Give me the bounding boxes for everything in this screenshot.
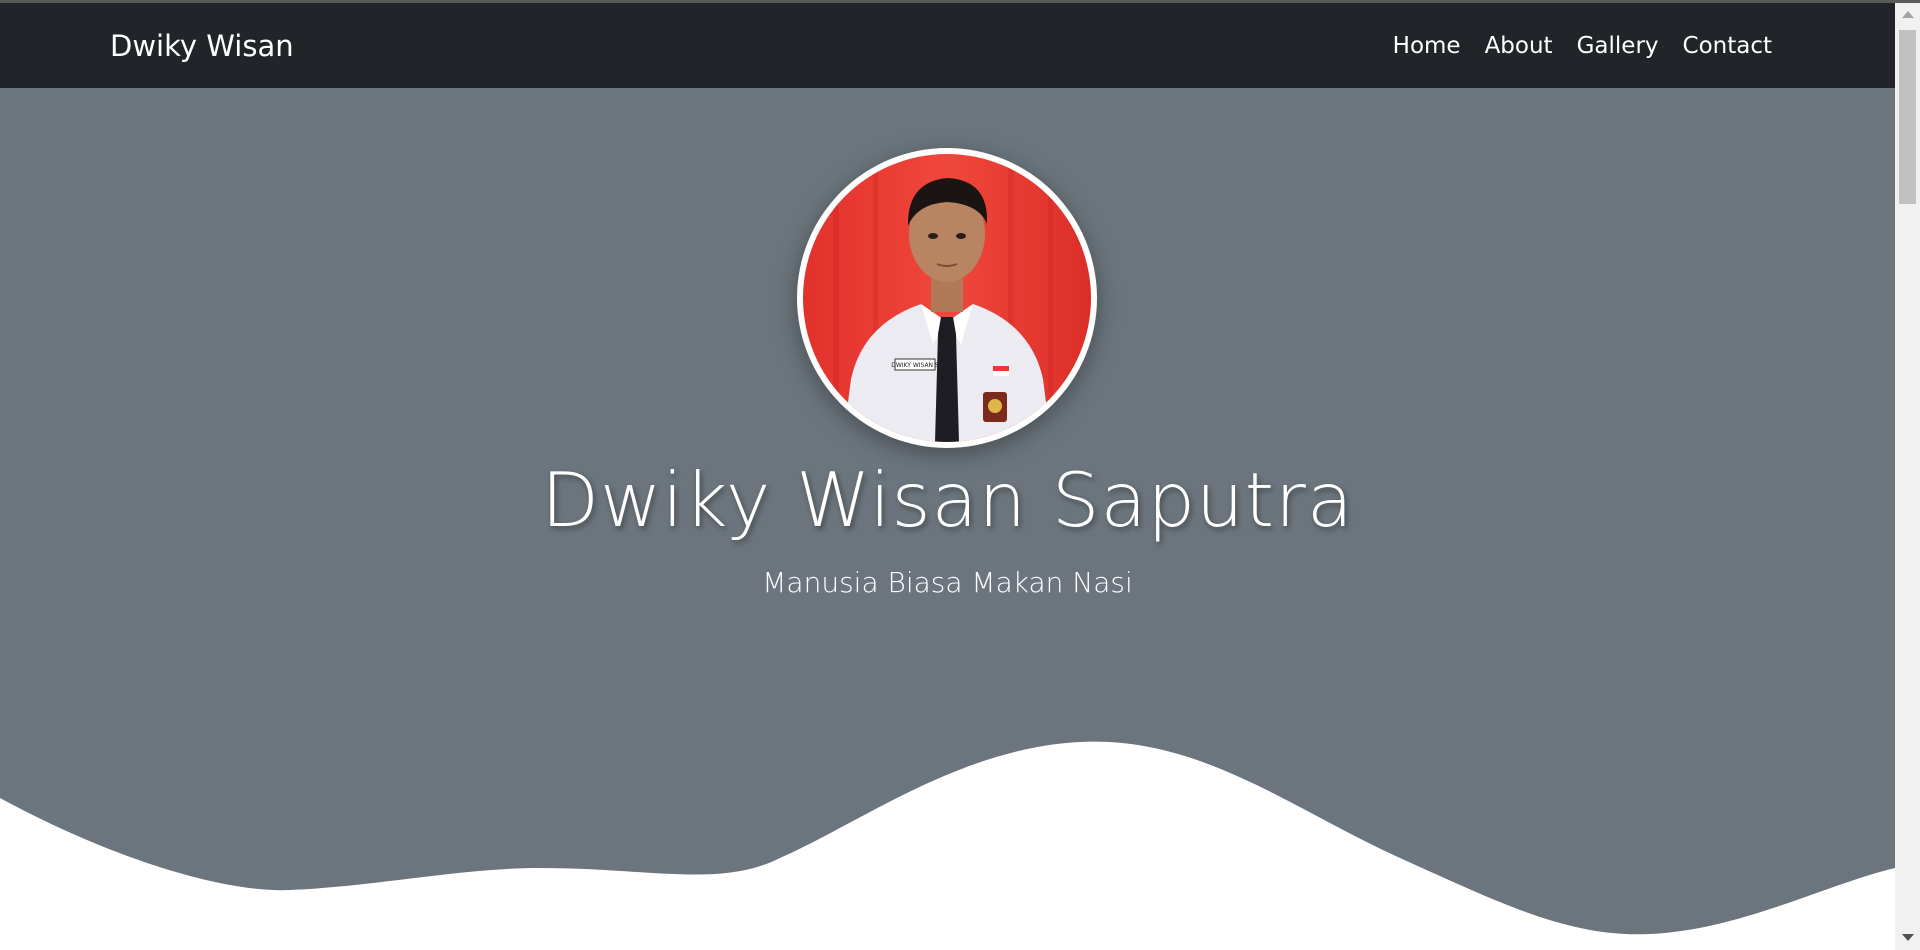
navbar-brand[interactable]: Dwiky Wisan xyxy=(110,29,294,63)
browser-viewport: Dwiky Wisan Home About Gallery Contact D… xyxy=(0,0,1920,950)
navbar: Dwiky Wisan Home About Gallery Contact xyxy=(0,3,1895,88)
vertical-scrollbar[interactable] xyxy=(1895,3,1920,950)
hero-wave-divider xyxy=(0,741,1895,950)
scrollbar-thumb[interactable] xyxy=(1899,30,1916,204)
nav-link-gallery[interactable]: Gallery xyxy=(1577,33,1659,59)
nav-links: Home About Gallery Contact xyxy=(1393,33,1772,59)
hero-section: DWIKY WISAN S Dwiky Wisan Saputra Manusi… xyxy=(0,88,1895,950)
nav-link-home[interactable]: Home xyxy=(1393,33,1461,59)
nav-link-contact[interactable]: Contact xyxy=(1683,33,1772,59)
scroll-down-icon[interactable] xyxy=(1902,934,1914,941)
nav-link-about[interactable]: About xyxy=(1485,33,1553,59)
scroll-up-icon[interactable] xyxy=(1902,11,1914,18)
